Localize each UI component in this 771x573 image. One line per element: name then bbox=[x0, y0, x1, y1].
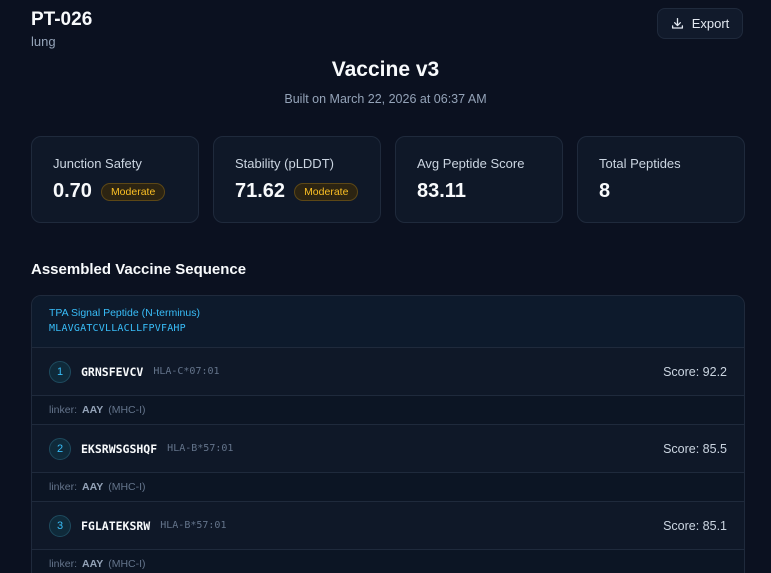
patient-id: PT-026 bbox=[31, 9, 93, 30]
stat-label: Total Peptides bbox=[599, 156, 681, 171]
peptide-sequence: GRNSFEVCV bbox=[81, 364, 144, 379]
peptide-score: Score: 92.2 bbox=[663, 364, 727, 379]
stat-label: Junction Safety bbox=[53, 156, 142, 171]
stat-card-avg-peptide-score: Avg Peptide Score 83.11 bbox=[395, 136, 563, 223]
peptide-number: 1 bbox=[49, 360, 71, 383]
signal-peptide-label: TPA Signal Peptide (N-terminus) bbox=[49, 307, 200, 319]
build-timestamp: Built on March 22, 2026 at 06:37 AM bbox=[284, 92, 487, 106]
stat-card-total-peptides: Total Peptides 8 bbox=[577, 136, 745, 223]
linker-prefix: linker: bbox=[49, 404, 78, 416]
peptide-sequence: EKSRWSGSHQF bbox=[81, 441, 158, 456]
linker-sequence: AAY bbox=[82, 404, 104, 416]
linker-sequence: AAY bbox=[82, 481, 104, 493]
linker-type: (MHC-I) bbox=[108, 404, 146, 416]
export-button[interactable]: Export bbox=[657, 8, 743, 39]
peptide-score: Score: 85.1 bbox=[663, 518, 727, 533]
linker-sequence: AAY bbox=[82, 558, 104, 570]
linker-row: linker: AAY (MHC-I) bbox=[32, 396, 744, 425]
linker-row: linker: AAY (MHC-I) bbox=[32, 550, 744, 573]
stat-card-junction-safety: Junction Safety 0.70 Moderate bbox=[31, 136, 199, 223]
stat-value: 0.70 bbox=[53, 180, 92, 202]
stat-value: 83.11 bbox=[417, 180, 466, 202]
section-title: Assembled Vaccine Sequence bbox=[31, 261, 247, 278]
hla-allele: HLA-B*57:01 bbox=[167, 443, 234, 454]
peptide-row[interactable]: 3 FGLATEKSRW HLA-B*57:01 Score: 85.1 bbox=[32, 502, 744, 550]
hla-allele: HLA-B*57:01 bbox=[160, 520, 227, 531]
export-label: Export bbox=[691, 16, 730, 31]
status-badge: Moderate bbox=[100, 182, 166, 201]
stats-row: Junction Safety 0.70 Moderate Stability … bbox=[31, 136, 745, 223]
linker-row: linker: AAY (MHC-I) bbox=[32, 473, 744, 502]
linker-type: (MHC-I) bbox=[108, 481, 146, 493]
stat-value: 8 bbox=[599, 180, 611, 202]
peptide-row[interactable]: 2 EKSRWSGSHQF HLA-B*57:01 Score: 85.5 bbox=[32, 425, 744, 473]
peptide-score: Score: 85.5 bbox=[663, 441, 727, 456]
status-badge: Moderate bbox=[294, 182, 359, 201]
stat-label: Stability (pLDDT) bbox=[235, 156, 334, 171]
linker-prefix: linker: bbox=[49, 558, 78, 570]
peptide-number: 2 bbox=[49, 437, 71, 460]
signal-peptide: TPA Signal Peptide (N-terminus) MLAVGATC… bbox=[32, 296, 744, 348]
peptide-sequence: FGLATEKSRW bbox=[81, 518, 151, 533]
vaccine-sequence-panel: TPA Signal Peptide (N-terminus) MLAVGATC… bbox=[31, 295, 745, 573]
vaccine-page: PT-026 lung Export Vaccine v3 Built on M… bbox=[0, 0, 771, 573]
stat-label: Avg Peptide Score bbox=[417, 156, 525, 171]
linker-prefix: linker: bbox=[49, 481, 78, 493]
linker-type: (MHC-I) bbox=[108, 558, 146, 570]
stat-value: 71.62 bbox=[235, 180, 286, 202]
hla-allele: HLA-C*07:01 bbox=[153, 366, 220, 377]
page-title: Vaccine v3 bbox=[331, 58, 440, 81]
signal-peptide-sequence: MLAVGATCVLLACLLFPVFAHP bbox=[49, 323, 186, 334]
stat-card-stability: Stability (pLDDT) 71.62 Moderate bbox=[213, 136, 381, 223]
patient-cancer-type: lung bbox=[31, 34, 56, 49]
peptide-number: 3 bbox=[49, 514, 71, 537]
peptide-row[interactable]: 1 GRNSFEVCV HLA-C*07:01 Score: 92.2 bbox=[32, 348, 744, 396]
download-icon bbox=[671, 17, 684, 30]
